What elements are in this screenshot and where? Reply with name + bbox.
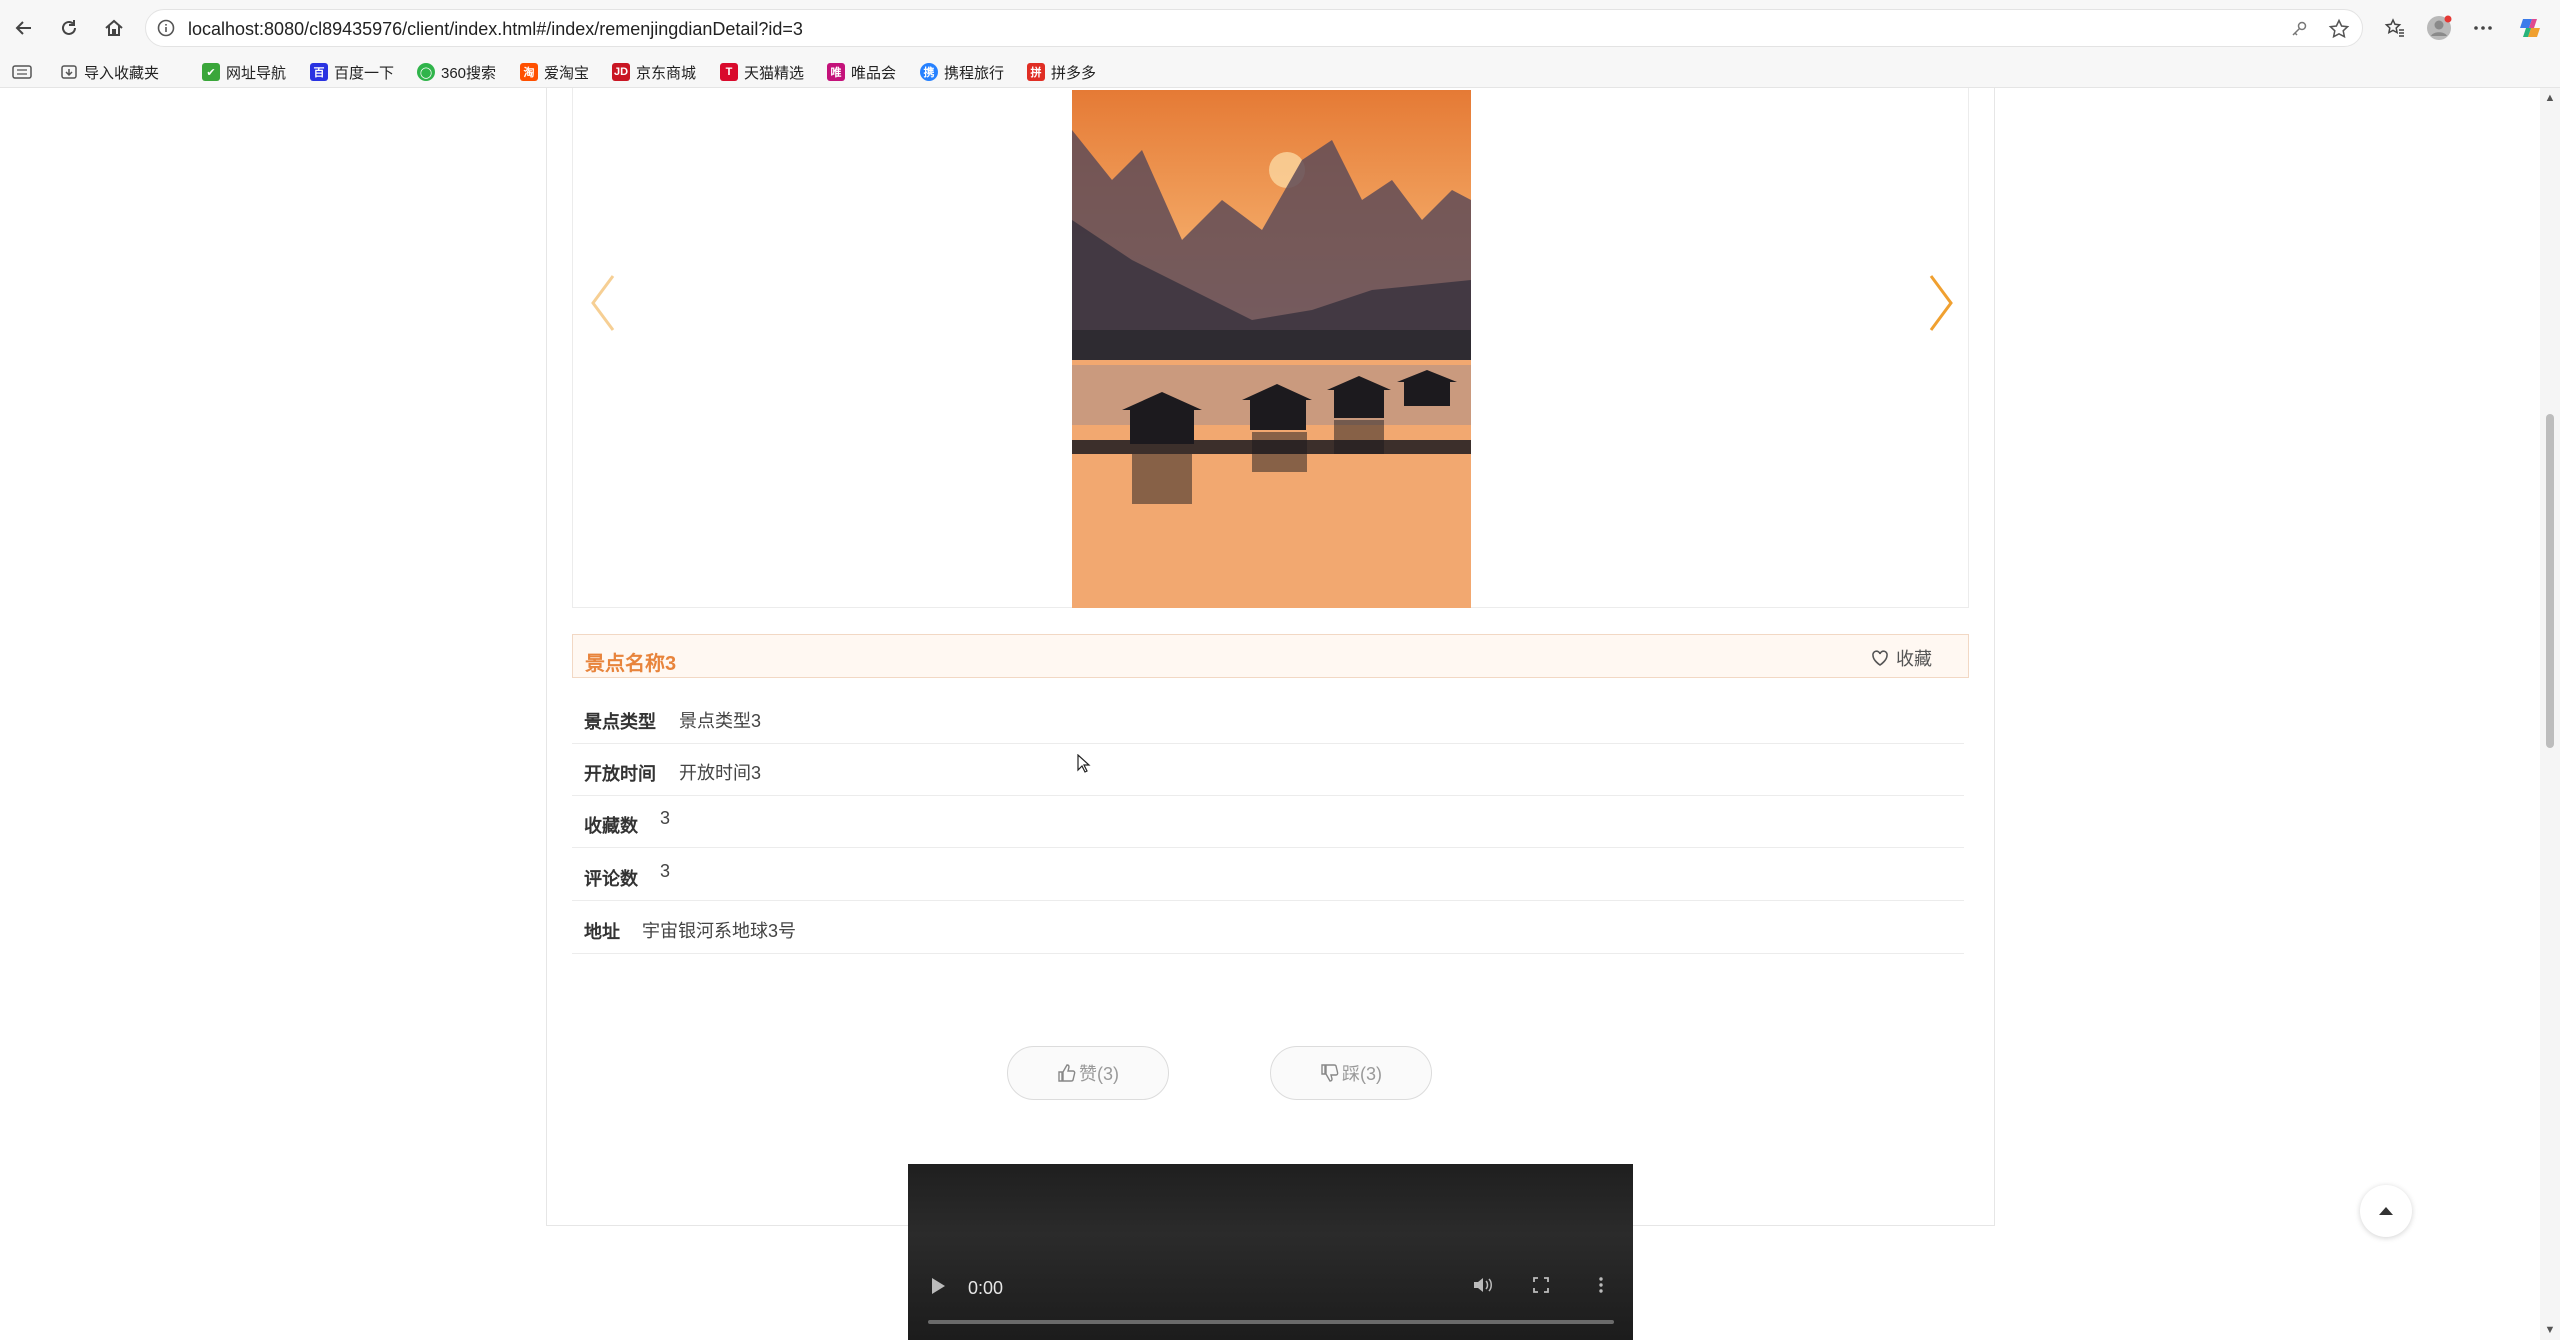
bookmark-item[interactable]: 唯 唯品会 bbox=[827, 60, 896, 84]
bookmark-item[interactable]: 携 携程旅行 bbox=[920, 60, 1004, 84]
copilot-icon[interactable] bbox=[2513, 12, 2547, 44]
video-progress-bar[interactable] bbox=[928, 1320, 1614, 1324]
info-value: 开放时间3 bbox=[679, 763, 762, 783]
mouse-cursor-icon bbox=[1077, 754, 1091, 773]
back-icon[interactable] bbox=[8, 12, 40, 44]
info-row-favorites: 收藏数 3 bbox=[572, 796, 1964, 848]
scroll-thumb[interactable] bbox=[2546, 414, 2554, 748]
360-icon: ◯ bbox=[417, 63, 435, 81]
info-row-type: 景点类型 景点类型3 bbox=[572, 692, 1964, 744]
bookmark-item[interactable]: 百 百度一下 bbox=[310, 60, 394, 84]
tmall-icon: T bbox=[720, 63, 738, 81]
bookmark-item[interactable]: 拼 拼多多 bbox=[1027, 60, 1096, 84]
more-menu-icon[interactable] bbox=[2466, 12, 2500, 44]
home-icon[interactable] bbox=[98, 12, 130, 44]
address-bar[interactable]: localhost:8080/cl89435976/client/index.h… bbox=[145, 9, 2363, 47]
bookmark-item[interactable]: JD 京东商城 bbox=[612, 60, 696, 84]
taobao-icon: 淘 bbox=[520, 63, 538, 81]
fullscreen-icon[interactable] bbox=[1532, 1276, 1550, 1299]
site-info-icon[interactable] bbox=[156, 18, 176, 38]
info-label: 收藏数 bbox=[584, 816, 638, 836]
info-row-comments: 评论数 3 bbox=[572, 849, 1964, 901]
jd-icon: JD bbox=[612, 63, 630, 81]
bookmark-label: 京东商城 bbox=[636, 64, 697, 82]
info-row-address: 地址 宇宙银河系地球3号 bbox=[572, 902, 1964, 954]
url-text[interactable]: localhost:8080/cl89435976/client/index.h… bbox=[188, 19, 803, 40]
info-value: 3 bbox=[660, 808, 671, 828]
ctrip-icon: 携 bbox=[920, 63, 938, 81]
bookmark-label: 拼多多 bbox=[1051, 64, 1097, 82]
bookmarks-bar: 导入收藏夹 ✔ 网址导航 百 百度一下 ◯ 360搜索 淘 爱淘宝 JD 京东商… bbox=[0, 56, 2560, 88]
like-button[interactable]: 赞(3) bbox=[1007, 1046, 1169, 1100]
sidebar-toggle-icon[interactable] bbox=[12, 60, 32, 84]
volume-icon[interactable] bbox=[1472, 1275, 1494, 1300]
info-value: 景点类型3 bbox=[679, 711, 762, 731]
favorites-icon[interactable] bbox=[2378, 12, 2412, 44]
page-scrollbar[interactable]: ▲ ▼ bbox=[2540, 88, 2560, 1340]
info-label: 景点类型 bbox=[584, 712, 656, 732]
page-content: 景点名称3 收藏 景点类型 景点类型3 开放时间 开放时间3 收藏数 3 评论数… bbox=[0, 88, 2540, 1340]
video-more-icon[interactable] bbox=[1598, 1276, 1604, 1299]
attraction-title-bar: 景点名称3 收藏 bbox=[572, 634, 1969, 678]
vip-icon: 唯 bbox=[827, 63, 845, 81]
bookmark-item[interactable]: 淘 爱淘宝 bbox=[520, 60, 589, 84]
like-label: 赞(3) bbox=[1079, 1064, 1119, 1084]
reload-icon[interactable] bbox=[53, 12, 85, 44]
bookmark-label: 唯品会 bbox=[851, 64, 897, 82]
bookmark-item[interactable]: 导入收藏夹 bbox=[60, 60, 159, 84]
bookmark-item[interactable]: ◯ 360搜索 bbox=[417, 60, 496, 84]
info-value: 宇宙银河系地球3号 bbox=[642, 921, 797, 941]
bookmark-label: 360搜索 bbox=[441, 64, 497, 82]
favorite-star-icon[interactable] bbox=[2326, 16, 2352, 42]
play-icon[interactable] bbox=[930, 1277, 946, 1300]
video-player[interactable]: 0:00 bbox=[908, 1164, 1633, 1340]
video-time: 0:00 bbox=[968, 1278, 1004, 1298]
bookmark-label: 爱淘宝 bbox=[544, 64, 590, 82]
bookmark-label: 网址导航 bbox=[226, 64, 287, 82]
bookmark-item[interactable]: T 天猫精选 bbox=[720, 60, 804, 84]
info-label: 评论数 bbox=[584, 869, 638, 889]
pdd-icon: 拼 bbox=[1027, 63, 1045, 81]
nav-site-icon: ✔ bbox=[202, 63, 220, 81]
info-row-open-time: 开放时间 开放时间3 bbox=[572, 744, 1964, 796]
info-label: 开放时间 bbox=[584, 764, 656, 784]
bookmark-label: 导入收藏夹 bbox=[84, 64, 160, 82]
info-label: 地址 bbox=[584, 922, 620, 942]
dislike-label: 踩(3) bbox=[1342, 1064, 1382, 1084]
bookmark-item[interactable]: ✔ 网址导航 bbox=[202, 60, 286, 84]
bookmark-label: 携程旅行 bbox=[944, 64, 1005, 82]
heart-icon bbox=[1872, 650, 1888, 666]
browser-toolbar: localhost:8080/cl89435976/client/index.h… bbox=[0, 0, 2560, 56]
carousel-next-icon[interactable] bbox=[1921, 268, 1961, 338]
thumbs-down-icon bbox=[1321, 1064, 1339, 1082]
key-icon[interactable] bbox=[2286, 16, 2312, 42]
scenic-photo bbox=[1072, 90, 1471, 608]
bookmark-label: 百度一下 bbox=[334, 64, 395, 82]
image-carousel bbox=[572, 88, 1969, 608]
carousel-prev-icon[interactable] bbox=[583, 268, 623, 338]
info-value: 3 bbox=[660, 861, 671, 881]
baidu-icon: 百 bbox=[310, 63, 328, 81]
back-to-top-button[interactable] bbox=[2360, 1185, 2412, 1237]
favorite-label: 收藏 bbox=[1896, 649, 1932, 669]
attraction-title: 景点名称3 bbox=[585, 653, 677, 675]
import-icon bbox=[60, 63, 78, 81]
thumbs-up-icon bbox=[1058, 1064, 1076, 1082]
caret-up-icon bbox=[2379, 1207, 2393, 1215]
dislike-button[interactable]: 踩(3) bbox=[1270, 1046, 1432, 1100]
bookmark-label: 天猫精选 bbox=[744, 64, 805, 82]
scroll-down-icon[interactable]: ▼ bbox=[2544, 1324, 2556, 1336]
favorite-button[interactable]: 收藏 bbox=[1870, 645, 1932, 671]
scroll-up-icon[interactable]: ▲ bbox=[2544, 92, 2556, 104]
profile-avatar-icon[interactable] bbox=[2422, 12, 2456, 44]
